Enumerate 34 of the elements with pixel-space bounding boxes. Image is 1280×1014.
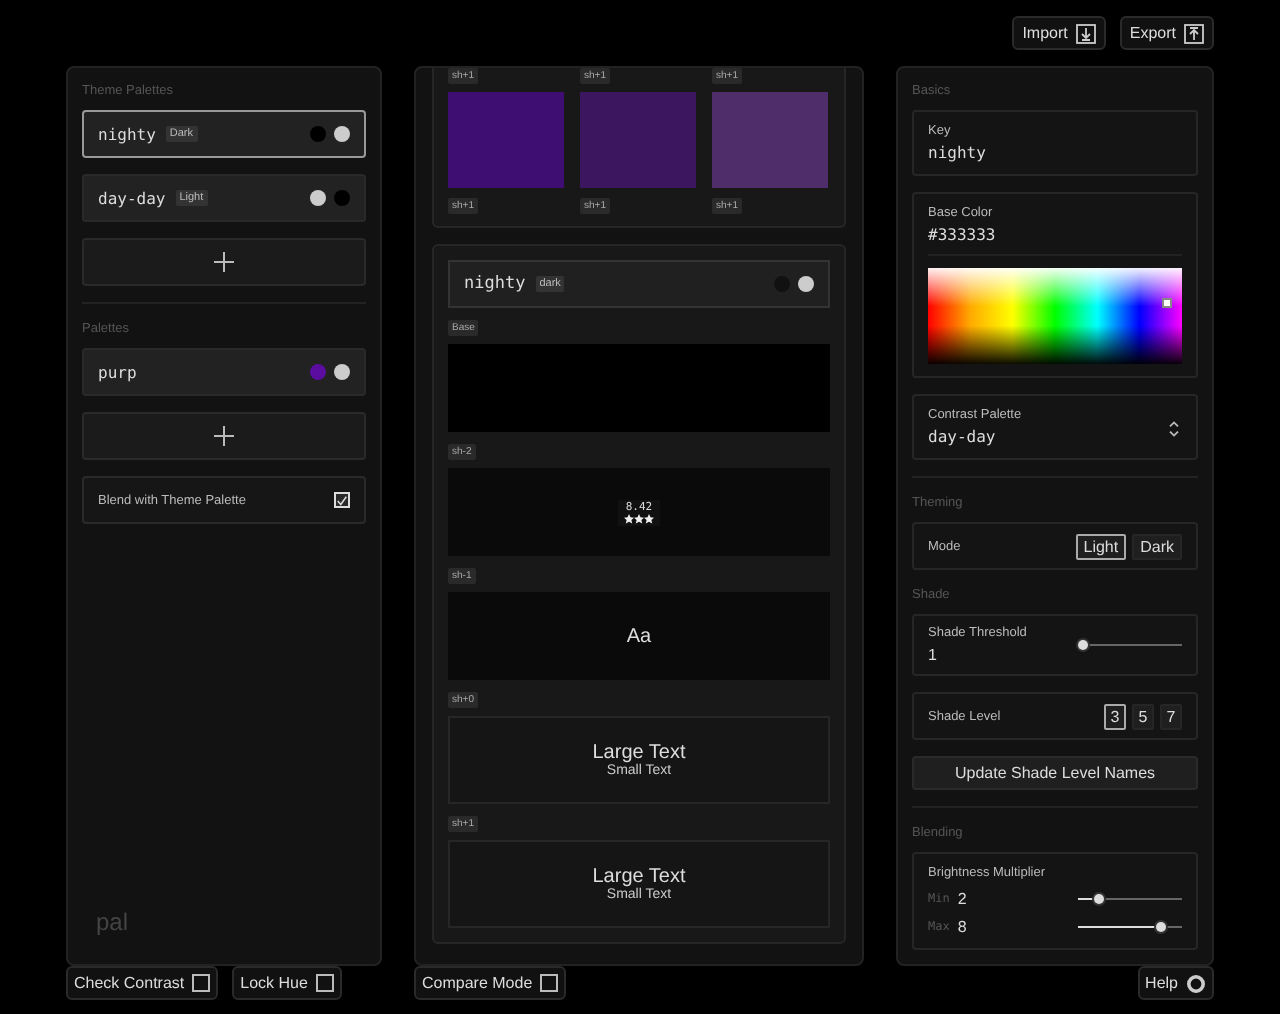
lifebuoy-icon [1186, 973, 1206, 993]
plus-icon [214, 426, 234, 446]
threshold-value: 1 [928, 646, 939, 664]
upload-icon [1184, 23, 1204, 43]
shade-level-option[interactable]: 5 [1132, 703, 1154, 729]
shade-level-option[interactable]: 7 [1160, 703, 1182, 729]
toolbar-button[interactable]: Import [1012, 16, 1106, 50]
update-button[interactable]: Update Shade Level Names [912, 756, 1198, 790]
chevron-up-down-icon [1168, 420, 1180, 438]
shade-level-option[interactable]: 3 [1104, 703, 1126, 729]
slider-thumb[interactable] [1077, 640, 1088, 650]
mode-toggle[interactable]: Light [1075, 533, 1127, 559]
large-sample-text: Large Text [592, 866, 686, 888]
range-value: 8 [957, 917, 967, 935]
color-swatch[interactable] [712, 92, 828, 188]
checkbox-toggle[interactable]: Lock Hue [232, 966, 342, 1000]
checkbox-toggle[interactable]: Compare Mode [414, 966, 567, 1000]
palette-item[interactable]: purp [82, 348, 366, 396]
color-swatch[interactable] [580, 92, 696, 188]
help-button[interactable]: Help [1137, 966, 1214, 1000]
mode-toggle[interactable]: Dark [1132, 533, 1182, 559]
plus-icon [214, 252, 234, 272]
slider-thumb[interactable] [1094, 893, 1105, 903]
checkbox-toggle[interactable]: Check Contrast [66, 966, 219, 1000]
slider-thumb[interactable] [1155, 921, 1166, 931]
color-swatch[interactable] [448, 92, 564, 188]
range-value: 2 [957, 889, 967, 907]
picker-handle[interactable] [1162, 298, 1172, 308]
checkbox[interactable] [334, 492, 350, 508]
download-icon [1075, 23, 1096, 43]
toolbar-button[interactable]: Export [1119, 16, 1214, 50]
large-sample-text: Large Text [592, 742, 686, 764]
color-gradient-picker[interactable] [928, 268, 1182, 364]
sample-text: Aa [626, 625, 652, 647]
